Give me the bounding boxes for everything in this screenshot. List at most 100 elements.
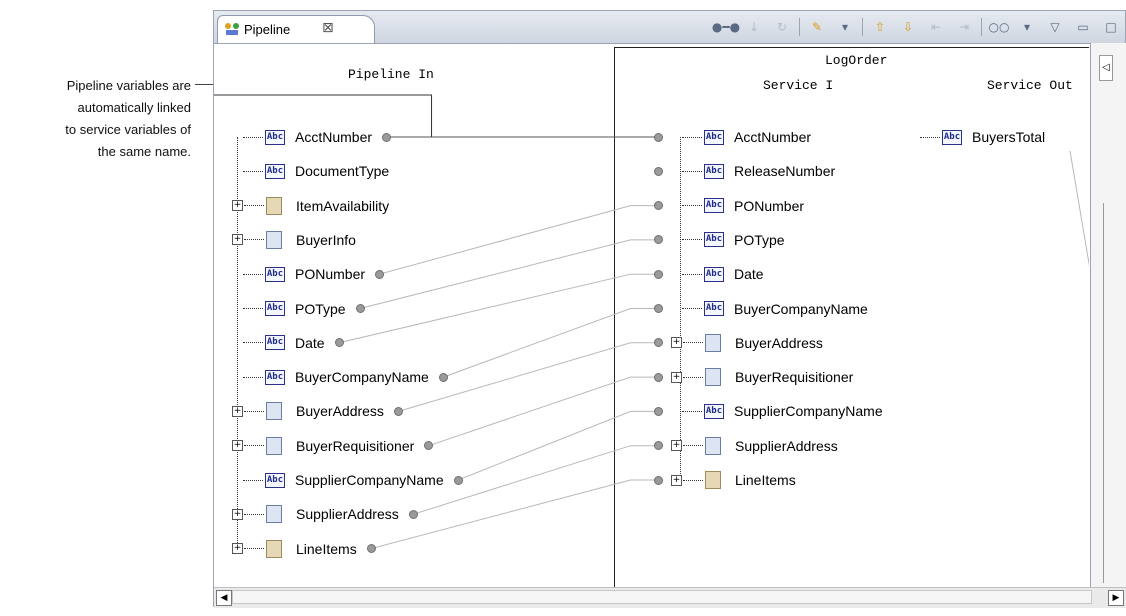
expand-icon[interactable]: +	[232, 234, 243, 246]
tree-connector	[682, 308, 702, 309]
link-port-icon[interactable]	[393, 406, 403, 416]
link-port-icon[interactable]	[334, 338, 344, 348]
pipeline-in-variable[interactable]: + LineItems	[232, 539, 376, 559]
link-line[interactable]	[379, 205, 659, 275]
restore-icon[interactable]: ↻	[772, 17, 792, 37]
link-line[interactable]	[359, 239, 659, 309]
toolbar: ●━● ↓ ↻ ✎ ▾ ⇧ ⇩ ⇤ ⇥ ○○ ▾ ▽ ▭ □	[712, 16, 1125, 38]
link-port-icon[interactable]	[654, 338, 663, 348]
pipeline-in-variable[interactable]: + BuyerInfo	[232, 230, 356, 250]
pipeline-editor-window: Pipeline ⊠ ●━● ↓ ↻ ✎ ▾ ⇧ ⇩ ⇤ ⇥ ○○ ▾ ▽ ▭ …	[213, 10, 1126, 608]
link-port-icon[interactable]	[654, 441, 663, 451]
service-in-variable[interactable]: Abc AcctNumber	[654, 127, 811, 147]
view-menu-icon[interactable]: ▽	[1045, 17, 1065, 37]
link-port-icon[interactable]	[355, 304, 365, 313]
vertical-scrollbar[interactable]: ◁	[1090, 43, 1126, 587]
set-value-icon[interactable]: ✎	[807, 17, 827, 37]
shift-right-icon[interactable]: ⇥	[954, 17, 974, 37]
scroll-right-icon[interactable]: ▶	[1108, 590, 1124, 606]
pipeline-in-variable[interactable]: + ItemAvailability	[232, 196, 389, 216]
service-in-variable[interactable]: + BuyerAddress	[654, 333, 823, 353]
service-in-variable[interactable]: + SupplierAddress	[654, 436, 838, 456]
link-port-icon[interactable]	[375, 269, 385, 279]
link-port-icon[interactable]	[654, 269, 663, 279]
link-line[interactable]	[428, 376, 659, 447]
link-port-icon[interactable]	[654, 372, 663, 382]
link-port-icon[interactable]	[654, 132, 663, 142]
expand-icon[interactable]: +	[671, 474, 682, 486]
dropdown-icon[interactable]: ▾	[835, 17, 855, 37]
string-icon: Abc	[265, 266, 285, 282]
service-out-variable[interactable]: Abc BuyersTotal	[920, 127, 1045, 147]
link-icon[interactable]: ●━●	[712, 17, 740, 37]
variable-label: SupplierCompanyName	[295, 472, 444, 488]
shift-left-icon[interactable]: ⇤	[926, 17, 946, 37]
string-icon: Abc	[265, 369, 285, 385]
layout-icon[interactable]: ○○	[989, 17, 1010, 37]
pipeline-in-variable[interactable]: Abc POType	[232, 299, 365, 319]
pipeline-in-variable[interactable]: Abc SupplierCompanyName	[232, 470, 463, 490]
shift-down-icon[interactable]: ⇩	[898, 17, 918, 37]
service-in-variable[interactable]: Abc BuyerCompanyName	[654, 299, 868, 319]
pipeline-in-variable[interactable]: + BuyerAddress	[232, 401, 403, 421]
link-port-icon[interactable]	[654, 166, 663, 176]
variable-label: LineItems	[735, 472, 796, 488]
pipeline-in-variable[interactable]: Abc AcctNumber	[232, 127, 392, 147]
link-port-icon[interactable]	[408, 509, 418, 519]
service-in-variable[interactable]: Abc Date	[654, 264, 764, 284]
minimize-icon[interactable]: ▭	[1073, 17, 1093, 37]
pipeline-in-variable[interactable]: + BuyerRequisitioner	[232, 436, 434, 456]
expand-icon[interactable]: +	[232, 508, 243, 520]
link-port-icon[interactable]	[424, 441, 434, 451]
pipeline-canvas: Pipeline In LogOrder Service I Service O…	[214, 43, 1089, 587]
pipeline-in-variable[interactable]: + SupplierAddress	[232, 504, 418, 524]
variable-label: SupplierAddress	[735, 437, 838, 454]
link-port-icon[interactable]	[453, 475, 463, 485]
map-delete-icon[interactable]: ↓	[744, 17, 764, 37]
pipeline-in-variable[interactable]: Abc BuyerCompanyName	[232, 367, 448, 387]
string-icon: Abc	[265, 163, 285, 179]
tab-pipeline[interactable]: Pipeline ⊠	[217, 15, 375, 43]
tree-connector	[243, 308, 263, 309]
link-port-icon[interactable]	[382, 132, 392, 142]
link-port-icon[interactable]	[366, 544, 376, 554]
expand-icon[interactable]: +	[232, 543, 243, 555]
scroll-thumb[interactable]	[232, 590, 1092, 604]
service-in-variable[interactable]: Abc POType	[654, 230, 785, 250]
toolbar-separator	[799, 18, 800, 36]
expand-icon[interactable]: +	[232, 440, 243, 452]
link-port-icon[interactable]	[654, 201, 663, 211]
link-port-icon[interactable]	[654, 406, 663, 416]
annotation-line: automatically linked	[77, 100, 191, 115]
link-port-icon[interactable]	[654, 304, 663, 313]
pipeline-in-variable[interactable]: Abc DocumentType	[232, 161, 389, 181]
link-port-icon[interactable]	[654, 235, 663, 245]
string-icon: Abc	[704, 232, 724, 248]
service-in-variable[interactable]: + LineItems	[654, 470, 796, 490]
expand-icon[interactable]: +	[232, 200, 243, 212]
pipeline-in-variable[interactable]: Abc Date	[232, 333, 344, 353]
horizontal-scrollbar[interactable]: ◀ ▶	[214, 587, 1126, 608]
variable-label: DocumentType	[295, 163, 390, 180]
service-in-variable[interactable]: Abc PONumber	[654, 196, 804, 216]
service-in-variable[interactable]: Abc SupplierCompanyName	[654, 401, 883, 421]
scroll-left-icon[interactable]: ◀	[216, 590, 232, 606]
pipeline-in-variable[interactable]: Abc PONumber	[232, 264, 385, 284]
view-titlebar: Pipeline ⊠ ●━● ↓ ↻ ✎ ▾ ⇧ ⇩ ⇤ ⇥ ○○ ▾ ▽ ▭ …	[214, 11, 1125, 44]
maximize-icon[interactable]: □	[1101, 17, 1121, 37]
link-line[interactable]	[457, 410, 659, 481]
dropdown-icon[interactable]: ▾	[1017, 17, 1037, 37]
shift-up-icon[interactable]: ⇧	[870, 17, 890, 37]
expand-icon[interactable]: +	[232, 405, 243, 417]
service-in-variable[interactable]: Abc ReleaseNumber	[654, 161, 835, 181]
collapse-arrow-icon[interactable]: ◁	[1099, 55, 1113, 81]
link-port-icon[interactable]	[438, 372, 448, 382]
expand-icon[interactable]: +	[671, 371, 682, 383]
expand-icon[interactable]: +	[671, 337, 682, 349]
link-line[interactable]	[338, 273, 659, 344]
service-in-variable[interactable]: + BuyerRequisitioner	[654, 367, 853, 387]
close-icon[interactable]: ⊠	[322, 20, 334, 36]
variable-label: BuyerCompanyName	[734, 300, 868, 317]
expand-icon[interactable]: +	[671, 440, 682, 452]
link-port-icon[interactable]	[654, 475, 663, 485]
